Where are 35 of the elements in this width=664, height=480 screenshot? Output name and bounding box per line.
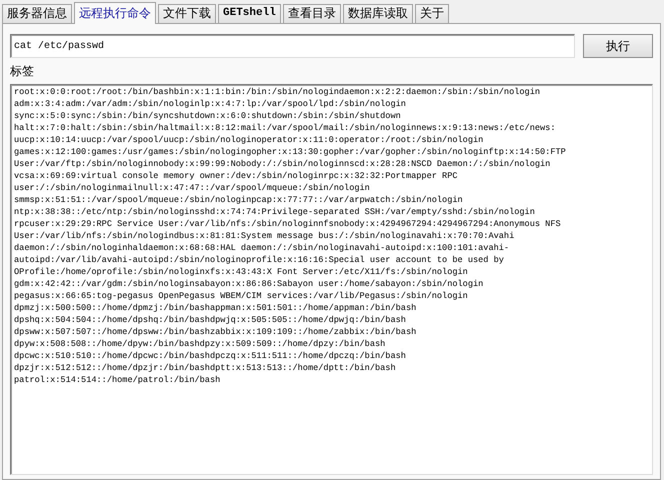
output-line: halt:x:7:0:halt:/sbin:/sbin/haltmail:x:8:12:mail:/var/spool/mail:/sbin/nologinnews:x:9:13:news:/etc/news:	[14, 122, 556, 134]
tab[interactable]: 文件下载	[158, 4, 216, 23]
output-line: dpyw:x:508:508::/home/dpyw:/bin/bashdpzy:x:509:509::/home/dpzy:/bin/bash	[14, 338, 386, 350]
tab[interactable]: 查看目录	[282, 4, 341, 23]
output-line: User:/var/ftp:/sbin/nologinnobody:x:99:99:Nobody:/:/sbin/nologinnscd:x:28:28:NSCD Daemon:/:/sbin/nologin	[14, 158, 550, 170]
tab[interactable]: GETshell	[218, 4, 281, 23]
output-line: dpsww:x:507:507::/home/dpsww:/bin/bashzabbix:x:109:109::/home/zabbix:/bin/bash	[14, 326, 416, 338]
output-line: rpcuser:x:29:29:RPC Service User:/var/lib/nfs:/sbin/nologinnfsnobody:x:4294967294:4294967294:Anonymous NFS	[14, 218, 561, 230]
output-line: pegasus:x:66:65:tog-pegasus OpenPegasus WBEM/CIM services:/var/lib/Pegasus:/sbin/nologin	[14, 290, 468, 302]
output-line: user:/:/sbin/nologinmailnull:x:47:47::/var/spool/mqueue:/sbin/nologin	[14, 182, 370, 194]
output-line: ntp:x:38:38::/etc/ntp:/sbin/nologinsshd:x:74:74:Privilege-separated SSH:/var/empty/sshd:/sbin/nologin	[14, 206, 535, 218]
output-label: 标签	[10, 63, 34, 80]
output-line: dpcwc:x:510:510::/home/dpcwc:/bin/bashdpczq:x:511:511::/home/dpczq:/bin/bash	[14, 350, 406, 362]
tab[interactable]: 远程执行命令	[74, 2, 156, 24]
output-line: gdm:x:42:42::/var/gdm:/sbin/nologinsabayon:x:86:86:Sabayon user:/home/sabayon:/sbin/nologin	[14, 278, 484, 290]
output-line: sync:x:5:0:sync:/sbin:/bin/syncshutdown:x:6:0:shutdown:/sbin:/sbin/shutdown	[14, 110, 401, 122]
tab[interactable]: 关于	[414, 4, 449, 23]
command-field[interactable]: cat /etc/passwd	[10, 34, 575, 58]
output-line: vcsa:x:69:69:virtual console memory owner:/dev:/sbin/nologinrpc:x:32:32:Portmapper RPC	[14, 170, 458, 182]
output-line: User:/var/lib/nfs:/sbin/nologindbus:x:81:81:System message bus:/:/sbin/nologinavahi:x:70:70:Avahi	[14, 230, 514, 242]
output-line: OProfile:/home/oprofile:/sbin/nologinxfs:x:43:43:X Font Server:/etc/X11/fs:/sbin/nologin	[14, 266, 468, 278]
output-line: uucp:x:10:14:uucp:/var/spool/uucp:/sbin/nologinoperator:x:11:0:operator:/root:/sbin/nologin	[14, 134, 484, 146]
output-line: dpshq:x:504:504::/home/dpshq:/bin/bashdpwjq:x:505:505::/home/dpwjq:/bin/bash	[14, 314, 406, 326]
output-line: root:x:0:0:root:/root:/bin/bashbin:x:1:1:bin:/bin:/sbin/nologindaemon:x:2:2:daemon:/sbin:/sbin/nologin	[14, 86, 540, 98]
output-line: adm:x:3:4:adm:/var/adm:/sbin/nologinlp:x:4:7:lp:/var/spool/lpd:/sbin/nologin	[14, 98, 406, 110]
tab[interactable]: 数据库读取	[342, 4, 413, 23]
output-line: dpzjr:x:512:512::/home/dpzjr:/bin/bashdptt:x:513:513::/home/dptt:/bin/bash	[14, 362, 396, 374]
output-line: autoipd:/var/lib/avahi-autoipd:/sbin/nologinoprofile:x:16:16:Special user account to be used by	[14, 254, 504, 266]
output-line: daemon:/:/sbin/nologinhaldaemon:x:68:68:HAL daemon:/:/sbin/nologinavahi-autoipd:x:100:101:avahi-	[14, 242, 510, 254]
output-line: dpmzj:x:500:500::/home/dpmzj:/bin/bashappman:x:501:501::/home/appman:/bin/bash	[14, 302, 416, 314]
tab[interactable]: 服务器信息	[2, 4, 72, 23]
output-line: patrol:x:514:514::/home/patrol:/bin/bash	[14, 374, 220, 386]
output-line: smmsp:x:51:51::/var/spool/mqueue:/sbin/nologinpcap:x:77:77::/var/arpwatch:/sbin/nologin	[14, 194, 463, 206]
output-line: games:x:12:100:games:/usr/games:/sbin/nologingopher:x:13:30:gopher:/var/gopher:/sbin/nologinftp:x:14:50:FTP	[14, 146, 566, 158]
execute-button[interactable]: 执行	[583, 34, 653, 58]
